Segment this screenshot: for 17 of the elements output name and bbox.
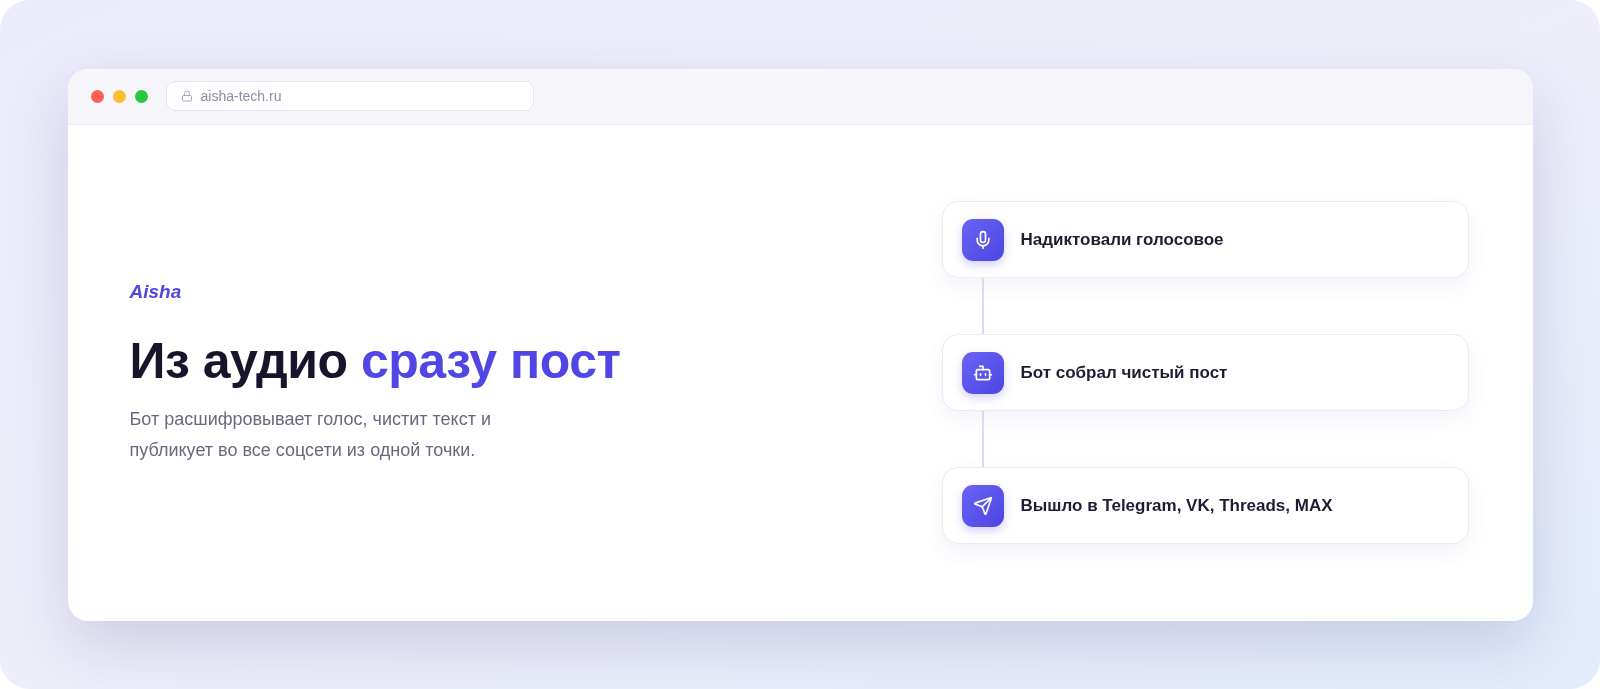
connector-line bbox=[981, 411, 984, 467]
robot-icon bbox=[961, 351, 1004, 394]
step-text: Бот собрал чистый пост bbox=[1020, 361, 1228, 384]
headline: Из аудио сразу пост bbox=[129, 331, 621, 390]
address-bar[interactable]: aisha-tech.ru bbox=[165, 81, 534, 111]
description: Бот расшифровывает голос, чистит текст и публикует во все соцсети из одной точки. bbox=[129, 407, 492, 462]
microphone-icon bbox=[961, 218, 1004, 261]
url-text: aisha-tech.ru bbox=[200, 86, 282, 106]
brand-name: Aisha bbox=[129, 279, 183, 304]
paper-plane-icon bbox=[961, 484, 1004, 527]
lock-icon bbox=[180, 90, 193, 102]
traffic-light-icon[interactable] bbox=[134, 89, 148, 103]
step-text: Надиктовали голосовое bbox=[1020, 228, 1224, 251]
traffic-light-icon[interactable] bbox=[112, 89, 126, 103]
step-text: Вышло в Telegram, VK, Threads, MAX bbox=[1020, 494, 1333, 517]
connector-line bbox=[981, 278, 984, 334]
traffic-light-icon[interactable] bbox=[90, 89, 104, 103]
